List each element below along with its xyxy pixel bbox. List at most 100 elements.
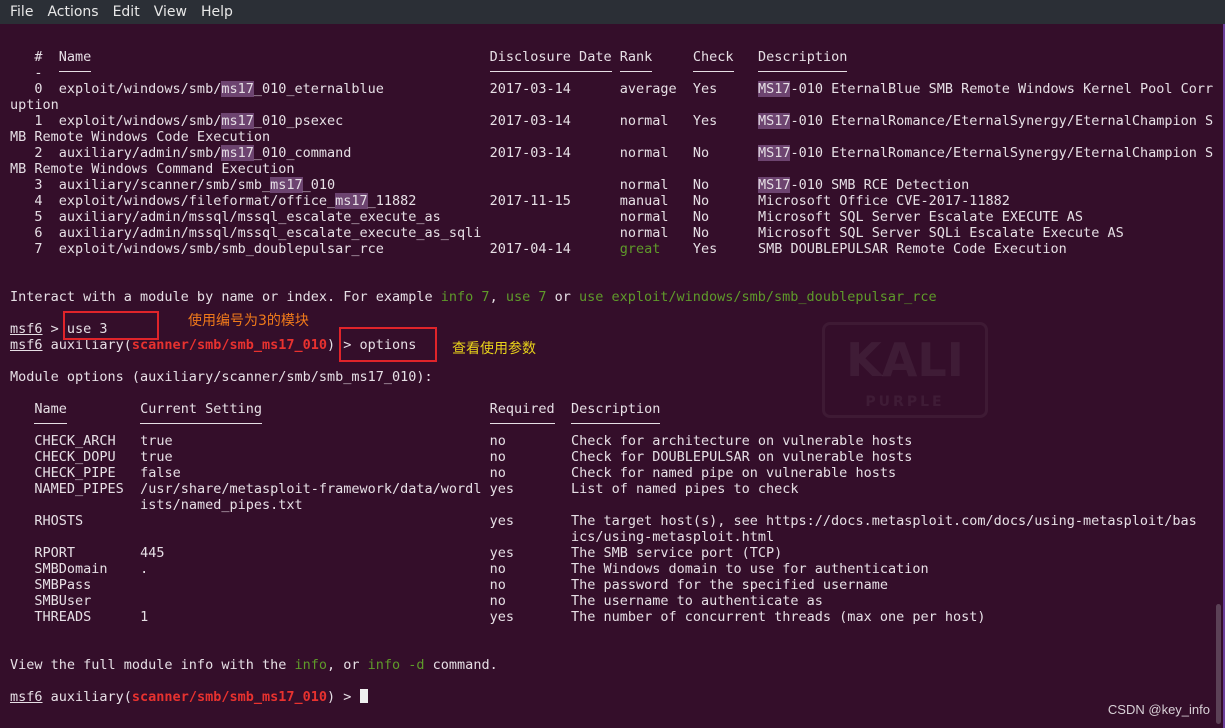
module-check: Yes [692,241,718,257]
module-name: auxiliary/admin/mssql/mssql_escalate_exe… [58,225,482,241]
option-required: no [489,593,506,609]
menu-file[interactable]: File [10,4,33,20]
option-required: no [489,561,506,577]
option-setting: true [140,449,173,465]
module-number: 1 [34,113,43,129]
option-required: yes [489,609,515,625]
module-check: No [692,177,710,193]
module-rank: normal [619,177,669,193]
option-required: yes [489,545,515,561]
cursor [359,689,368,703]
option-name: CHECK_DOPU [34,449,116,465]
module-name: exploit/windows/smb/ms17_010_psexec [58,113,344,129]
header-rule [570,417,661,433]
module-description: MS17-010 SMB RCE Detection [757,177,970,193]
option-description: Check for named pipe on vulnerable hosts [570,465,897,481]
header-rule [619,65,653,81]
kali-purple-watermark: KALI PURPLE [822,322,988,418]
menu-help[interactable]: Help [201,4,233,20]
annotation-note-options: 查看使用参数 [452,341,536,357]
module-number: 0 [34,81,43,97]
header-rule [692,65,734,81]
option-required: no [489,449,506,465]
option-description: The Windows domain to use for authentica… [570,561,929,577]
header-name: Name [58,49,92,65]
option-name: RHOSTS [34,513,84,529]
option-name: RPORT [34,545,76,561]
option-required: no [489,577,506,593]
module-number: 2 [34,145,43,161]
option-setting: /usr/share/metasploit-framework/data/wor… [140,481,482,497]
header-name: Name [34,401,67,417]
header-num: # [34,49,43,65]
header-desc: Description [570,401,661,417]
module-number: 4 [34,193,43,209]
module-rank: normal [619,145,669,161]
option-description: Check for DOUBLEPULSAR on vulnerable hos… [570,449,913,465]
menu-view[interactable]: View [154,4,187,20]
module-number: 3 [34,177,43,193]
header-rule: - [34,65,43,81]
module-name: auxiliary/scanner/smb/smb_ms17_010 [58,177,336,193]
module-date: 2017-11-15 [489,193,571,209]
module-name: exploit/windows/smb/ms17_010_eternalblue [58,81,384,97]
module-date: 2017-03-14 [489,81,571,97]
header-rule [489,65,612,81]
scrollbar[interactable] [1216,604,1221,724]
interact-hint-text: Interact with a module by name or index.… [10,289,937,305]
header-rule [489,417,555,433]
module-description: Microsoft SQL Server Escalate EXECUTE AS [757,209,1084,225]
option-name: CHECK_PIPE [34,465,116,481]
module-check: No [692,193,710,209]
menu-actions[interactable]: Actions [47,4,98,20]
option-setting: false [140,465,181,481]
module-description: MS17-010 EternalRomance/EternalSynergy/E… [757,145,1214,161]
view-info-text: View the full module info with the info,… [10,657,498,673]
command-prompt: msf6 auxiliary(scanner/smb/smb_ms17_010)… [10,689,368,705]
option-description: The SMB service port (TCP) [570,545,783,561]
option-setting: true [140,433,173,449]
module-date: 2017-03-14 [489,113,571,129]
header-rank: Rank [619,49,653,65]
module-rank: normal [619,113,669,129]
menu-bar: File Actions Edit View Help [0,0,1225,24]
module-check: Yes [692,113,718,129]
option-required: yes [489,481,515,497]
header-rule [757,65,848,81]
module-rank: great [619,241,661,257]
annotation-note-use: 使用编号为3的模块 [188,313,309,329]
header-required: Required [489,401,555,417]
module-rank: normal [619,209,669,225]
module-check: Yes [692,81,718,97]
module-description: SMB DOUBLEPULSAR Remote Code Execution [757,241,1067,257]
option-required: yes [489,513,515,529]
module-description-wrap: uption [10,97,59,113]
header-setting: Current Setting [140,401,262,417]
module-number: 6 [34,225,43,241]
annotation-box-options [339,327,437,362]
module-check: No [692,209,710,225]
module-rank: average [619,81,677,97]
module-name: auxiliary/admin/smb/ms17_010_command [58,145,352,161]
option-name: NAMED_PIPES [34,481,124,497]
option-setting: . [140,561,149,577]
option-description: Check for architecture on vulnerable hos… [570,433,913,449]
option-description: The number of concurrent threads (max on… [570,609,986,625]
header-rule [34,417,67,433]
option-name: THREADS [34,609,92,625]
option-name: CHECK_ARCH [34,433,116,449]
module-check: No [692,225,710,241]
annotation-box-use [63,311,159,340]
csdn-watermark: CSDN @key_info [1107,702,1210,717]
option-description: ics/using-metasploit.html [570,529,775,545]
module-name: exploit/windows/smb/smb_doublepulsar_rce [58,241,384,257]
option-description: The username to authenticate as [570,593,823,609]
module-number: 7 [34,241,43,257]
module-description: Microsoft Office CVE-2017-11882 [757,193,1010,209]
module-description-wrap: MB Remote Windows Code Execution [10,129,271,145]
module-description: MS17-010 EternalRomance/EternalSynergy/E… [757,113,1214,129]
menu-edit[interactable]: Edit [113,4,140,20]
option-setting: ists/named_pipes.txt [140,497,303,513]
header-date: Disclosure Date [489,49,612,65]
module-name: exploit/windows/fileformat/office_ms17_1… [58,193,417,209]
